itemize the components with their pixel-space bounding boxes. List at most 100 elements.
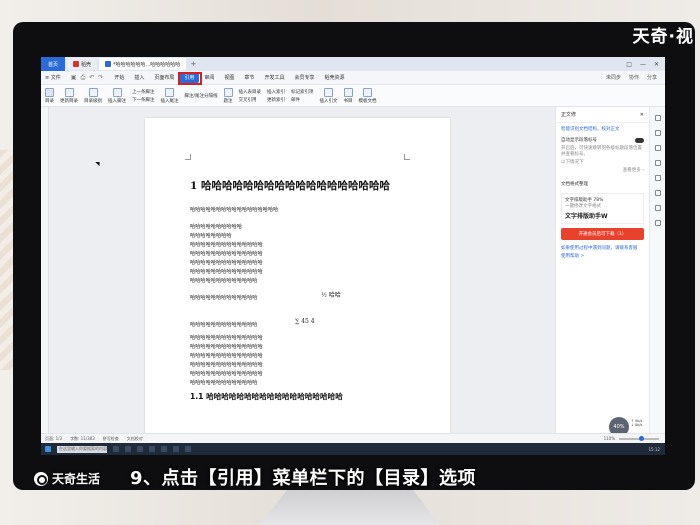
body-line[interactable]: 哈哈哈哈哈哈哈哈哈哈哈哈哈 xyxy=(190,379,257,386)
body-line[interactable]: 哈哈哈哈哈哈哈哈哈哈哈哈哈哈 xyxy=(190,343,263,350)
sidebar-tool-icon[interactable] xyxy=(654,205,661,211)
update-toc-button[interactable]: 更新目录 xyxy=(60,87,78,104)
next-footnote-button[interactable]: 下一条脚注 xyxy=(132,97,155,103)
body-line[interactable]: 哈哈哈哈哈哈哈哈哈哈哈哈哈哈 xyxy=(190,334,263,341)
sidebar-tool-icon[interactable] xyxy=(654,175,661,181)
redo-icon[interactable]: ↷ xyxy=(98,74,103,82)
bibliography-button[interactable]: 书目 xyxy=(343,87,353,104)
menu-item-view[interactable]: 视图 xyxy=(219,71,239,85)
body-line[interactable]: 哈哈哈哈哈哈哈哈哈哈哈哈哈哈 xyxy=(190,370,263,377)
zoom-level[interactable]: 110% xyxy=(604,436,615,441)
document-canvas[interactable]: 1 哈哈哈哈哈哈哈哈哈哈哈哈哈哈哈哈哈哈 哈哈哈哈哈哈哈哈哈哈哈哈哈哈哈哈哈 哈… xyxy=(41,107,555,438)
title-bar: 首页 稻壳 *哈哈哈哈哈哈...哈哈哈哈哈哈 + □ — ✕ xyxy=(41,57,665,71)
share-button[interactable]: 分享 xyxy=(647,74,657,81)
word-count[interactable]: 字数: 11/383 xyxy=(70,436,95,442)
file-menu[interactable]: ≡ 文件 xyxy=(41,74,65,81)
heading-2[interactable]: 1.1 哈哈哈哈哈哈哈哈哈哈哈哈哈哈哈哈哈哈 xyxy=(190,391,343,402)
collaborate-button[interactable]: 协作 xyxy=(629,74,639,81)
sidebar-tool-icon[interactable] xyxy=(654,190,661,196)
spell-check[interactable]: 拼写检查 xyxy=(103,436,119,442)
taskbar-app-icon[interactable] xyxy=(173,446,179,452)
taskbar-clock[interactable]: 15:12 xyxy=(648,447,665,452)
taskbar-app-icon[interactable] xyxy=(125,446,131,452)
template-doc-button[interactable]: 模板文档 xyxy=(359,87,377,104)
new-tab-button[interactable]: + xyxy=(190,60,196,68)
menu-item-developer[interactable]: 开发工具 xyxy=(259,71,289,85)
body-line[interactable]: 哈哈哈哈哈哈哈哈哈哈哈哈哈 xyxy=(190,277,257,284)
insert-table-of-figures-button[interactable]: 插入表目录 xyxy=(239,89,262,95)
sidebar-tool-icon[interactable] xyxy=(654,220,661,226)
document-page[interactable]: 1 哈哈哈哈哈哈哈哈哈哈哈哈哈哈哈哈哈哈 哈哈哈哈哈哈哈哈哈哈哈哈哈哈哈哈哈 哈… xyxy=(145,118,450,438)
citation-icon xyxy=(324,87,334,97)
menu-item-section[interactable]: 章节 xyxy=(239,71,259,85)
toc-level-button[interactable]: 目录级别 xyxy=(84,87,102,104)
menu-item-insert[interactable]: 插入 xyxy=(129,71,149,85)
insert-endnote-button[interactable]: 插入尾注 xyxy=(161,87,179,104)
cross-reference-button[interactable]: 交叉引用 xyxy=(239,97,262,103)
separator-option: 脚注/尾注分隔线 xyxy=(185,93,218,99)
body-line[interactable]: 哈哈哈哈哈哈哈哈哈哈哈哈哈哈 xyxy=(190,361,263,368)
document-tab[interactable]: *哈哈哈哈哈哈...哈哈哈哈哈哈 xyxy=(99,58,187,70)
heading-1[interactable]: 1 哈哈哈哈哈哈哈哈哈哈哈哈哈哈哈哈哈哈 xyxy=(190,178,390,193)
menu-item-docer[interactable]: 稻壳资源 xyxy=(319,71,349,85)
auto-number-toggle[interactable] xyxy=(635,137,644,143)
insert-citation-button[interactable]: 插入引文 xyxy=(320,87,338,104)
formula-line[interactable]: 哈哈哈哈哈哈哈哈哈哈哈哈哈 xyxy=(190,321,257,328)
ribbon: 目录 更新目录 目录级别 插入脚注 上一条脚注 下一条脚注 插入尾注 脚注/尾注… xyxy=(41,85,665,107)
update-index-button[interactable]: 更新索引 xyxy=(267,97,285,103)
menu-item-start[interactable]: 开始 xyxy=(109,71,129,85)
zoom-slider[interactable] xyxy=(619,435,659,441)
prev-footnote-button[interactable]: 上一条脚注 xyxy=(132,89,155,95)
formula-line[interactable]: 哈哈哈哈哈哈哈哈哈哈哈哈哈 xyxy=(190,294,257,301)
sidebar-tool-icon[interactable] xyxy=(654,130,661,136)
body-line[interactable]: 哈哈哈哈哈哈哈哈 xyxy=(190,232,232,239)
sidebar-tool-icon[interactable] xyxy=(654,160,661,166)
mark-index-button[interactable]: 标记索引项 xyxy=(291,89,314,95)
body-line[interactable]: 哈哈哈哈哈哈哈哈哈哈哈哈哈哈 xyxy=(190,268,263,275)
body-line[interactable]: 哈哈哈哈哈哈哈哈哈哈哈哈哈哈 xyxy=(190,250,263,257)
toc-button[interactable]: 目录 xyxy=(45,87,54,104)
taskbar-search[interactable]: 在这里输入你要搜索的内容 xyxy=(57,445,107,453)
body-line[interactable]: 哈哈哈哈哈哈哈哈哈哈哈哈哈哈哈哈哈 xyxy=(190,206,278,213)
doc-proof[interactable]: 文档校对 xyxy=(127,436,143,442)
minimize-icon[interactable]: — xyxy=(640,61,646,68)
body-line[interactable]: 哈哈哈哈哈哈哈哈哈哈 xyxy=(190,223,242,230)
menu-item-review[interactable]: 审阅 xyxy=(199,71,219,85)
wps-tab[interactable]: 稻壳 xyxy=(67,58,98,70)
taskbar-app-icon[interactable] xyxy=(161,446,167,452)
sync-status[interactable]: 未同步 xyxy=(606,74,621,81)
body-line[interactable]: 哈哈哈哈哈哈哈哈哈哈哈哈哈哈 xyxy=(190,352,263,359)
sidebar-tool-icon[interactable] xyxy=(654,145,661,151)
menu-item-layout[interactable]: 页面布局 xyxy=(149,71,179,85)
taskbar-app-icon[interactable] xyxy=(185,446,191,452)
body-line[interactable]: 哈哈哈哈哈哈哈哈哈哈哈哈哈哈 xyxy=(190,241,263,248)
taskbar-app-icon[interactable] xyxy=(113,446,119,452)
format-assistant-card[interactable]: 文字排版助手 78% 一键修改文字格式 文字排版助手W xyxy=(561,193,644,224)
undo-icon[interactable]: ↶ xyxy=(89,74,94,82)
insert-index-button[interactable]: 插入索引 xyxy=(267,89,285,95)
download-button[interactable]: 开通会员后可下载（1） xyxy=(561,228,644,240)
caption-button[interactable]: 题注 xyxy=(223,87,233,104)
wps-icon xyxy=(73,61,80,67)
taskbar-app-icon[interactable] xyxy=(149,446,155,452)
home-tab[interactable]: 首页 xyxy=(41,57,66,71)
panel-help-link[interactable]: 使用帮助 > xyxy=(556,252,649,260)
taskbar-app-icon[interactable] xyxy=(137,446,143,452)
footnote-separator-button[interactable]: 脚注/尾注分隔线 xyxy=(185,93,218,99)
panel-more-link[interactable]: 查看更多 › xyxy=(556,167,649,175)
panel-close-icon[interactable]: ✕ xyxy=(640,112,644,118)
mail-button[interactable]: 邮件 xyxy=(291,97,314,103)
sidebar-tool-icon[interactable] xyxy=(654,115,661,121)
save-icon[interactable]: ▣ xyxy=(71,74,77,82)
insert-footnote-button[interactable]: 插入脚注 xyxy=(108,87,126,104)
menu-item-member[interactable]: 会员专享 xyxy=(289,71,319,85)
maximize-icon[interactable]: □ xyxy=(626,61,632,68)
print-icon[interactable]: ⎙ xyxy=(80,74,85,82)
fraction-formula[interactable]: ½ 哈哈 xyxy=(321,290,341,299)
sum-formula[interactable]: ∑ 45 4 xyxy=(295,318,315,325)
close-icon[interactable]: ✕ xyxy=(654,61,659,68)
download-speed: ↓ 0k/s xyxy=(631,423,643,427)
zoom-slider-knob[interactable] xyxy=(639,435,644,441)
windows-start-icon[interactable] xyxy=(45,446,51,452)
body-line[interactable]: 哈哈哈哈哈哈哈哈哈哈哈哈哈哈 xyxy=(190,259,263,266)
